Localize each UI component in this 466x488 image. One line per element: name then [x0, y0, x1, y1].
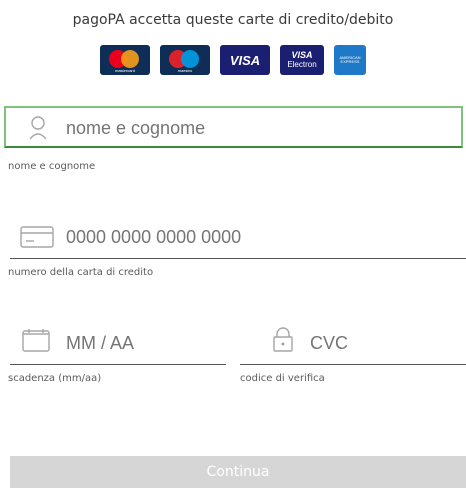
expiry-label: scadenza (mm/aa) [8, 373, 102, 384]
accepted-cards-heading: pagoPA accetta queste carte di credito/d… [72, 12, 394, 28]
continue-button[interactable]: Continua [10, 456, 466, 488]
visa-label: VISA [229, 52, 261, 68]
expiry-underline [10, 364, 226, 365]
visa-electron-line1: VISA [291, 50, 313, 60]
visa-electron-logo: VISA Electron [280, 45, 324, 75]
maestro-logo: maestro [160, 45, 210, 75]
amex-logo: AMERICAN EXPRESS [334, 45, 366, 75]
name-field-label: nome e cognome [8, 161, 96, 172]
credit-card-icon [20, 226, 54, 248]
mastercard-logo: mastercard [100, 45, 150, 75]
card-number-label: numero della carta di credito [8, 267, 154, 278]
card-number-input[interactable] [66, 226, 446, 248]
card-number-underline [10, 258, 466, 259]
visa-electron-line2: Electron [287, 60, 317, 69]
amex-label: AMERICAN EXPRESS [339, 54, 361, 64]
lock-icon [273, 327, 293, 352]
mastercard-label: mastercard [114, 68, 135, 73]
expiry-input[interactable] [66, 332, 216, 354]
name-input[interactable] [66, 117, 446, 139]
calendar-icon [22, 329, 50, 352]
cvc-underline [240, 364, 466, 365]
cvc-input[interactable] [310, 332, 450, 354]
accepted-cards-logos: mastercard maestro VISA VISA Electron AM… [0, 45, 466, 75]
visa-logo: VISA [220, 45, 270, 75]
person-icon [29, 116, 47, 140]
maestro-label: maestro [177, 68, 193, 73]
cvc-label: codice di verifica [240, 373, 325, 384]
